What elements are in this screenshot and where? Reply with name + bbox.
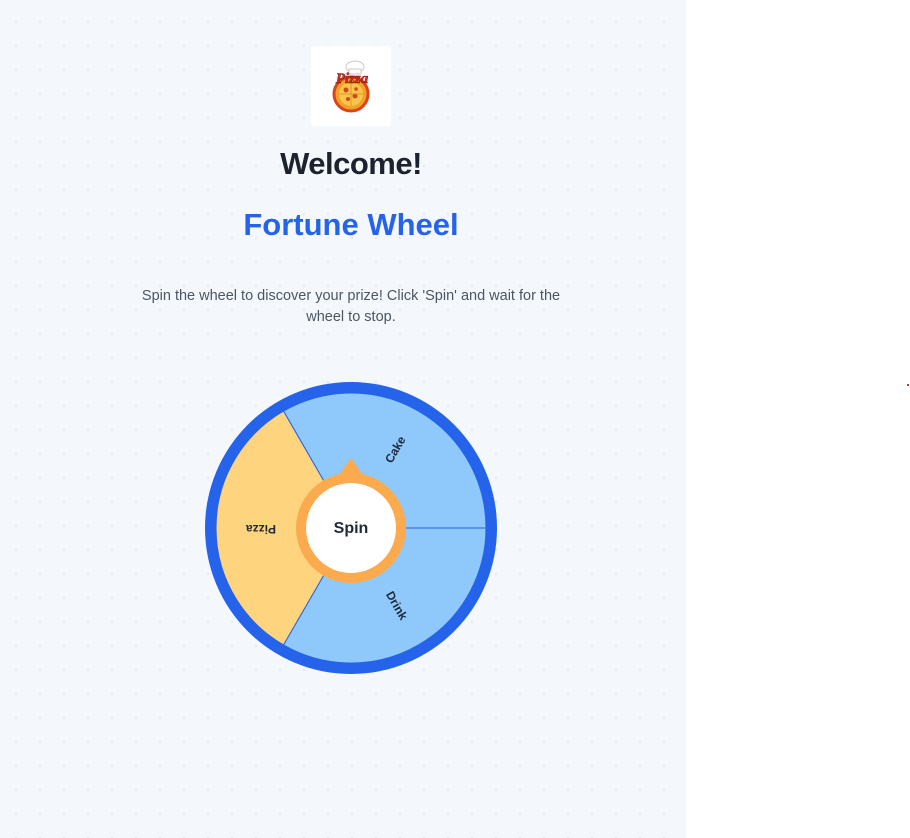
page: Pizza Welcome! Fortune Wheel Spin the wh…	[0, 0, 910, 838]
fortune-wheel: Cake Drink Pizza Spin	[205, 382, 497, 674]
instructions-text: Spin the wheel to discover your prize! C…	[141, 288, 561, 325]
spin-button-label: Spin	[334, 520, 369, 537]
welcome-heading: Welcome!	[280, 146, 422, 181]
pizza-logo-icon: Pizza	[332, 60, 370, 113]
main-panel: Pizza Welcome! Fortune Wheel Spin the wh…	[0, 0, 686, 838]
pizza-logo: Pizza	[311, 46, 391, 126]
logo-wordmark: Pizza	[336, 71, 369, 87]
segment-label-pizza: Pizza	[246, 522, 276, 536]
stray-marker	[907, 384, 909, 386]
page-title: Fortune Wheel	[243, 207, 459, 242]
